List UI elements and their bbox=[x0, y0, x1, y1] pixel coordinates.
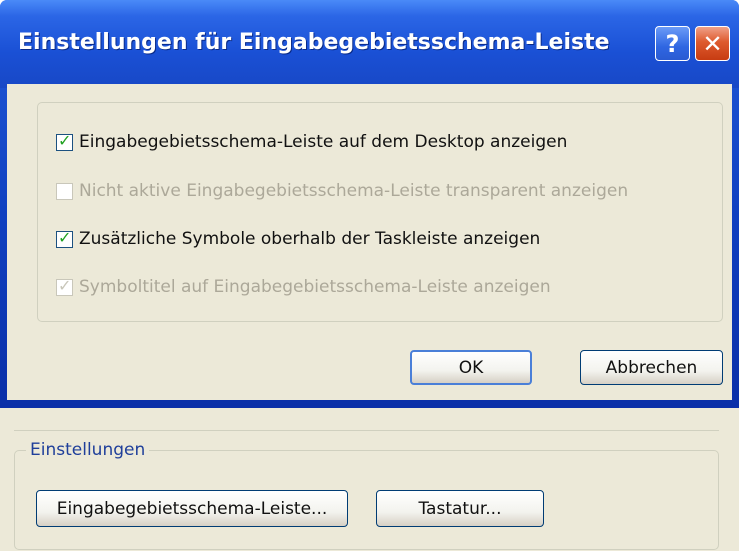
keyboard-button[interactable]: Tastatur... bbox=[376, 490, 544, 527]
option-label: Eingabegebietsschema-Leiste auf dem Desk… bbox=[79, 132, 568, 152]
dialog-title: Einstellungen für Eingabegebietsschema-L… bbox=[18, 30, 610, 55]
dialog-client-area: Eingabegebietsschema-Leiste auf dem Desk… bbox=[7, 84, 732, 400]
title-bar[interactable]: Einstellungen für Eingabegebietsschema-L… bbox=[0, 0, 739, 88]
help-button[interactable]: ? bbox=[655, 26, 690, 61]
extra-icons-checkbox[interactable] bbox=[56, 228, 73, 248]
option-extra-icons[interactable]: Zusätzliche Symbole oberhalb der Tasklei… bbox=[56, 227, 540, 251]
options-group: Eingabegebietsschema-Leiste auf dem Desk… bbox=[37, 102, 723, 322]
option-label: Nicht aktive Eingabegebietsschema-Leiste… bbox=[79, 181, 629, 201]
show-on-desktop-checkbox[interactable] bbox=[56, 131, 73, 151]
close-icon: ✕ bbox=[702, 29, 723, 58]
transparent-checkbox bbox=[56, 182, 73, 200]
option-label: Zusätzliche Symbole oberhalb der Tasklei… bbox=[79, 229, 541, 249]
divider bbox=[14, 422, 719, 431]
option-text-labels: Symboltitel auf Eingabegebietsschema-Lei… bbox=[56, 275, 551, 299]
option-show-on-desktop[interactable]: Eingabegebietsschema-Leiste auf dem Desk… bbox=[56, 130, 567, 154]
settings-group-label: Einstellungen bbox=[26, 440, 150, 460]
option-transparent: Nicht aktive Eingabegebietsschema-Leiste… bbox=[56, 179, 628, 203]
cancel-button[interactable]: Abbrechen bbox=[580, 350, 723, 385]
close-button[interactable]: ✕ bbox=[695, 26, 730, 61]
help-icon: ? bbox=[665, 29, 680, 58]
option-label: Symboltitel auf Eingabegebietsschema-Lei… bbox=[79, 277, 551, 297]
ok-button[interactable]: OK bbox=[410, 350, 532, 385]
language-bar-settings-dialog: Einstellungen für Eingabegebietsschema-L… bbox=[0, 0, 739, 408]
background-window: Einstellungen Eingabegebietsschema-Leist… bbox=[0, 408, 739, 551]
language-bar-button[interactable]: Eingabegebietsschema-Leiste... bbox=[36, 490, 348, 527]
text-labels-checkbox bbox=[56, 276, 73, 296]
